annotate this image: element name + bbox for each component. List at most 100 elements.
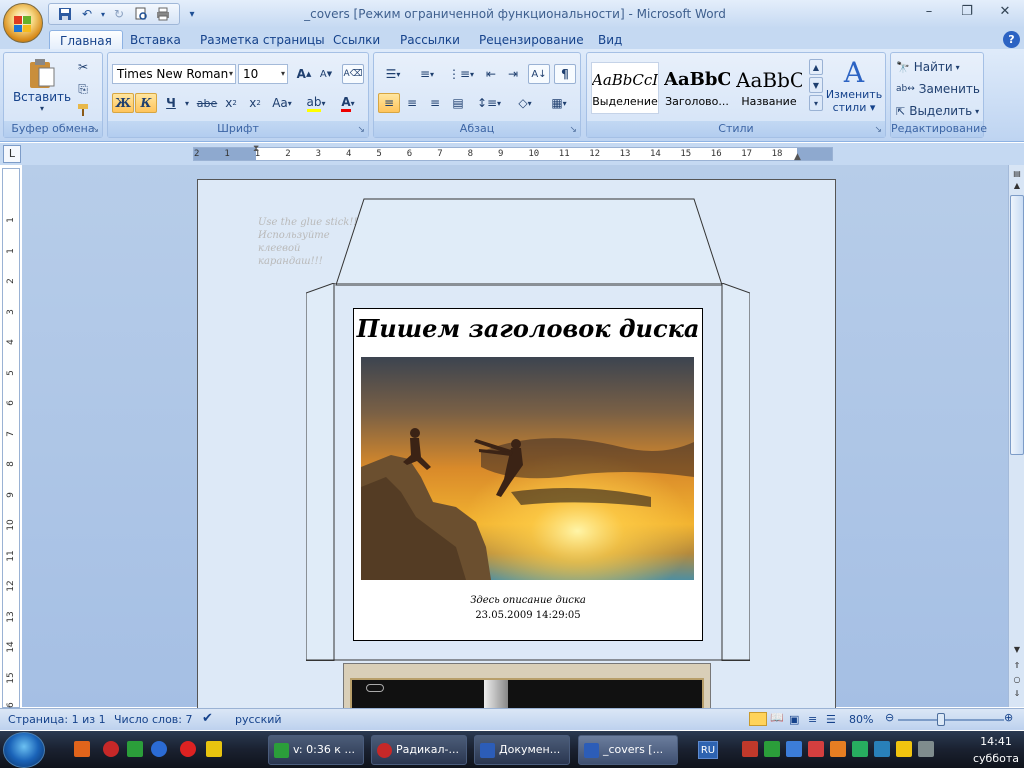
disc-cover[interactable]: Пишем заголовок диска Здесь описание дис… [353, 308, 703, 641]
taskbar-task[interactable]: v: 0:36 к ... [268, 735, 364, 765]
style-title[interactable]: AaBbC Название [735, 62, 803, 114]
strikethrough-button[interactable]: abe [196, 93, 218, 113]
font-launcher-icon[interactable]: ↘ [357, 125, 365, 135]
full-screen-reading-icon[interactable]: 📖 [770, 711, 784, 724]
tray-icon[interactable] [874, 741, 890, 757]
clipboard-launcher-icon[interactable]: ↘ [91, 125, 99, 135]
borders-icon[interactable]: ▦ ▾ [544, 93, 574, 113]
zoom-in-icon[interactable]: ⊕ [1004, 711, 1013, 724]
sort-icon[interactable]: A↓ [528, 64, 550, 84]
quicklaunch-app-icon[interactable] [74, 741, 90, 757]
font-color-icon[interactable]: A ▾ [334, 93, 362, 113]
redo-icon[interactable]: ↻ [109, 5, 129, 23]
document-page[interactable]: Use the glue stick!!! Используйте клеево… [197, 179, 836, 723]
bug-app-icon[interactable] [206, 741, 222, 757]
align-left-icon[interactable]: ≡ [378, 93, 400, 113]
tray-icon[interactable] [742, 741, 758, 757]
horizontal-ruler[interactable]: 2 1 1 2 3 4 5 6 7 8 9 10 11 12 13 14 15 16 17 18 ⧗ ▲ [193, 144, 833, 162]
right-indent-marker-icon[interactable]: ▲ [794, 152, 801, 162]
vertical-ruler[interactable]: 112345678910111213141516 [2, 168, 20, 714]
font-name-combo[interactable]: Times New Roman ▾ [112, 64, 236, 84]
next-page-icon[interactable]: ⇓ [1010, 687, 1024, 701]
word-count[interactable]: Число слов: 7 [114, 713, 193, 726]
replace-button[interactable]: ab↔ Заменить [895, 79, 981, 99]
bold-button[interactable]: Ж [112, 93, 134, 113]
proofing-icon[interactable]: ✔ [202, 711, 213, 726]
tray-utorrent-icon[interactable] [764, 741, 780, 757]
justify-icon[interactable]: ▤ [447, 93, 469, 113]
tray-icon[interactable] [786, 741, 802, 757]
print-layout-icon[interactable] [749, 712, 767, 726]
tab-review[interactable]: Рецензирование [469, 30, 594, 50]
utorrent-icon[interactable] [127, 741, 143, 757]
tab-selector-icon[interactable]: L [3, 145, 21, 163]
language-indicator[interactable]: русский [235, 713, 282, 726]
select-browse-object-icon[interactable]: ○ [1010, 673, 1024, 687]
tray-icon[interactable] [808, 741, 824, 757]
change-styles-button[interactable]: A Изменить стили ▾ [825, 57, 883, 119]
styles-launcher-icon[interactable]: ↘ [874, 125, 882, 135]
align-right-icon[interactable]: ≡ [424, 93, 446, 113]
highlight-color-icon[interactable]: ab ▾ [302, 93, 330, 113]
superscript-icon[interactable]: x2 [244, 93, 266, 113]
style-heading[interactable]: AaBbC Заголово... [663, 62, 731, 114]
undo-dropdown-icon[interactable]: ▾ [99, 5, 107, 23]
tray-icon[interactable] [830, 741, 846, 757]
shading-icon[interactable]: ◇ ▾ [510, 93, 540, 113]
indent-marker-icon[interactable]: ⧗ [253, 144, 259, 154]
tab-view[interactable]: Вид [588, 30, 632, 50]
web-layout-icon[interactable]: ▣ [789, 713, 799, 726]
start-button[interactable] [3, 732, 45, 768]
previous-page-icon[interactable]: ⇑ [1010, 659, 1024, 673]
page-count[interactable]: Страница: 1 из 1 [8, 713, 106, 726]
taskbar-task-active[interactable]: _covers [... [578, 735, 678, 765]
opera-icon[interactable] [103, 741, 119, 757]
numbering-icon[interactable]: ≡ ▾ [412, 64, 442, 84]
change-case-button[interactable]: Aa ▾ [268, 93, 296, 113]
network-icon[interactable] [918, 741, 934, 757]
cover-photo[interactable] [361, 357, 694, 580]
media-player-icon[interactable] [151, 741, 167, 757]
lastfm-icon[interactable] [180, 741, 196, 757]
styles-scroll-up-icon[interactable]: ▲ [809, 59, 823, 75]
tab-mailings[interactable]: Рассылки [390, 30, 470, 50]
tab-references[interactable]: Ссылки [323, 30, 390, 50]
clear-formatting-icon[interactable]: A⌫ [342, 64, 364, 84]
bullets-icon[interactable]: ☰ ▾ [378, 64, 408, 84]
language-bar[interactable]: RU [698, 741, 718, 759]
multilevel-list-icon[interactable]: ⋮≡ ▾ [446, 64, 476, 84]
vertical-scrollbar[interactable]: ▤ ▲ ▼ ⇑ ○ ⇓ [1008, 165, 1024, 707]
tray-icon[interactable] [852, 741, 868, 757]
taskbar-task[interactable]: Докумен... [474, 735, 570, 765]
tab-home[interactable]: Главная [49, 30, 123, 50]
font-size-combo[interactable]: 10 ▾ [238, 64, 288, 84]
scroll-thumb[interactable] [1010, 195, 1024, 455]
underline-dropdown-icon[interactable]: ▾ [182, 93, 192, 113]
close-icon[interactable]: ✕ [986, 0, 1024, 22]
office-button[interactable] [3, 3, 43, 43]
print-icon[interactable] [153, 5, 173, 23]
zoom-slider[interactable] [898, 719, 1004, 721]
grow-font-icon[interactable]: A ▲ [294, 64, 314, 84]
zoom-level[interactable]: 80% [849, 713, 873, 726]
show-formatting-icon[interactable]: ¶ [554, 64, 576, 84]
tab-insert[interactable]: Вставка [120, 30, 191, 50]
find-button[interactable]: 🔭 Найти ▾ [895, 57, 981, 77]
cut-icon[interactable]: ✂ [72, 57, 94, 77]
styles-more-icon[interactable]: ▾ [809, 95, 823, 111]
taskbar-task[interactable]: Радикал-... [371, 735, 467, 765]
tray-icon[interactable] [896, 741, 912, 757]
align-center-icon[interactable]: ≡ [401, 93, 423, 113]
shrink-font-icon[interactable]: A ▼ [316, 64, 336, 84]
format-painter-icon[interactable] [72, 100, 94, 120]
maximize-icon[interactable]: ❐ [948, 0, 986, 22]
paste-button[interactable]: Вставить ▾ [12, 57, 72, 119]
tab-page-layout[interactable]: Разметка страницы [190, 30, 335, 50]
undo-icon[interactable]: ↶ [77, 5, 97, 23]
zoom-slider-thumb[interactable] [937, 713, 945, 726]
styles-scroll-down-icon[interactable]: ▼ [809, 77, 823, 93]
line-spacing-icon[interactable]: ↕≡ ▾ [474, 93, 504, 113]
help-icon[interactable]: ? [1003, 31, 1020, 48]
underline-button[interactable]: Ч [160, 93, 182, 113]
scroll-up-icon[interactable]: ▲ [1010, 179, 1024, 193]
